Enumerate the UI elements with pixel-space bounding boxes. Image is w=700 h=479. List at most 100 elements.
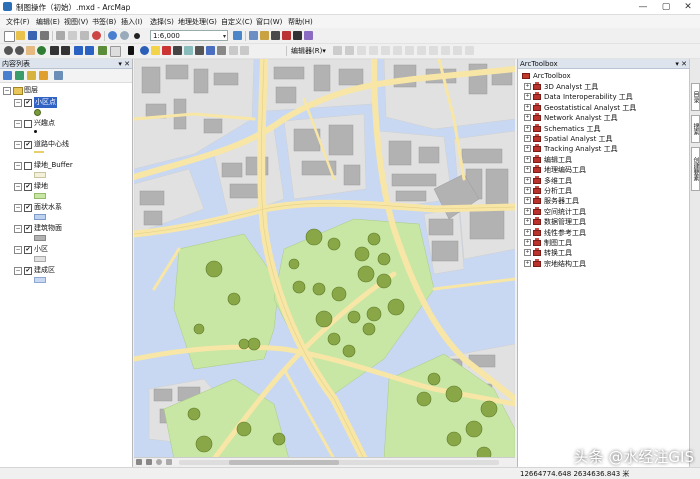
list-by-visibility-icon[interactable]	[27, 71, 36, 80]
back-extent-icon[interactable]	[74, 46, 83, 55]
measure-icon[interactable]	[173, 46, 182, 55]
close-button[interactable]: ✕	[677, 1, 699, 13]
html-popup-icon[interactable]	[195, 46, 204, 55]
expand-icon[interactable]: +	[524, 197, 531, 205]
collapse-icon[interactable]: −	[14, 183, 22, 191]
find-icon[interactable]	[151, 46, 160, 55]
zoom-out-icon[interactable]	[15, 46, 24, 55]
layer-symbol-icon[interactable]	[34, 214, 46, 220]
rotate-icon[interactable]	[405, 46, 414, 55]
layer-visibility-checkbox[interactable]: ✔	[24, 225, 32, 233]
collapse-icon[interactable]: −	[14, 246, 22, 254]
copy-icon[interactable]	[68, 31, 77, 40]
topology-icon[interactable]	[465, 46, 474, 55]
pause-drawing-icon[interactable]	[166, 459, 172, 465]
list-by-selection-icon[interactable]	[39, 71, 48, 80]
layer-visibility-checkbox[interactable]: ✔	[24, 204, 32, 212]
expand-icon[interactable]: +	[524, 114, 531, 122]
python-window-icon[interactable]	[293, 31, 302, 40]
toc-options-icon[interactable]	[54, 71, 63, 80]
print-icon[interactable]	[40, 31, 49, 40]
add-data-icon[interactable]	[134, 33, 140, 39]
map-scrollbar[interactable]	[134, 457, 515, 467]
menu-insert[interactable]: 插入(I)	[121, 17, 143, 27]
collapse-icon[interactable]: −	[14, 141, 22, 149]
layer-symbol-icon[interactable]	[34, 256, 46, 262]
layer-visibility-checkbox[interactable]: ✔	[24, 141, 32, 149]
layer-symbol-icon[interactable]	[34, 172, 46, 178]
expand-icon[interactable]: +	[524, 166, 531, 174]
cut-icon[interactable]	[56, 31, 65, 40]
collapse-icon[interactable]: −	[14, 120, 22, 128]
maximize-button[interactable]: ▢	[655, 1, 677, 13]
refresh-icon[interactable]	[156, 459, 162, 465]
select-features-icon[interactable]	[98, 46, 107, 55]
menu-geoprocessing[interactable]: 地理处理(G)	[178, 17, 217, 27]
open-folder-icon[interactable]	[16, 31, 25, 40]
catalog-side-tab[interactable]: 目录	[691, 83, 700, 111]
save-icon[interactable]	[28, 31, 37, 40]
cut-polygons-icon[interactable]	[381, 46, 390, 55]
collapse-icon[interactable]: −	[14, 162, 22, 170]
expand-icon[interactable]: +	[524, 228, 531, 236]
data-view-icon[interactable]	[146, 459, 152, 465]
search-side-tab[interactable]: 搜索	[691, 115, 700, 143]
fixed-zoom-out-icon[interactable]	[61, 46, 70, 55]
menu-help[interactable]: 帮助(H)	[288, 17, 313, 27]
layer-symbol-icon[interactable]	[34, 130, 37, 133]
expand-icon[interactable]: +	[524, 207, 531, 215]
editor-menu[interactable]: 编辑器(R)▾	[291, 46, 326, 56]
new-document-icon[interactable]	[4, 31, 15, 42]
reshape-icon[interactable]	[369, 46, 378, 55]
layer-visibility-checkbox[interactable]: ✔	[24, 99, 32, 107]
map-scale-combo[interactable]: 1:6,000 ▾	[150, 30, 228, 41]
menu-windows[interactable]: 窗口(W)	[256, 17, 282, 27]
expand-icon[interactable]: +	[524, 176, 531, 184]
split-icon[interactable]	[393, 46, 402, 55]
layer-symbol-icon[interactable]	[34, 109, 41, 116]
layer-symbol-icon[interactable]	[34, 193, 46, 199]
collapse-icon[interactable]: −	[14, 204, 22, 212]
layout-view-icon[interactable]	[136, 459, 142, 465]
attributes-icon[interactable]	[417, 46, 426, 55]
select-elements-arrow-icon[interactable]	[128, 46, 134, 55]
straight-segment-icon[interactable]	[345, 46, 354, 55]
catalog-window-icon[interactable]	[260, 31, 269, 40]
search-window-icon[interactable]	[271, 31, 280, 40]
list-by-source-icon[interactable]	[15, 71, 24, 80]
menu-select[interactable]: 选择(S)	[150, 17, 174, 27]
arctoolbox-pin-close[interactable]: ▾ ✕	[675, 59, 687, 69]
menu-bookmarks[interactable]: 书签(B)	[92, 17, 116, 27]
collapse-icon[interactable]: −	[3, 87, 11, 95]
layer-symbol-icon[interactable]	[34, 151, 44, 153]
editor-toolbar-icon[interactable]	[233, 31, 242, 40]
zoom-in-icon[interactable]	[4, 46, 13, 55]
edit-tool-icon[interactable]	[333, 46, 342, 55]
minimize-button[interactable]: —	[632, 1, 654, 13]
layer-symbol-icon[interactable]	[34, 277, 46, 283]
expand-icon[interactable]: +	[524, 103, 531, 111]
toc-window-icon[interactable]	[249, 31, 258, 40]
expand-icon[interactable]: +	[524, 249, 531, 257]
menu-view[interactable]: 视图(V)	[64, 17, 88, 27]
redo-icon[interactable]	[120, 31, 129, 40]
expand-icon[interactable]: +	[524, 83, 531, 90]
time-slider-icon[interactable]	[206, 46, 215, 55]
expand-icon[interactable]: +	[524, 239, 531, 246]
sketch-properties-icon[interactable]	[429, 46, 438, 55]
arctoolbox-window-icon[interactable]	[282, 31, 291, 40]
undo-icon[interactable]	[108, 31, 117, 40]
layer-visibility-checkbox[interactable]	[24, 120, 32, 128]
expand-icon[interactable]: +	[524, 155, 531, 163]
create-viewer-icon[interactable]	[217, 46, 226, 55]
forward-extent-icon[interactable]	[85, 46, 94, 55]
menu-customize[interactable]: 自定义(C)	[221, 17, 252, 27]
sketch-tool-icon[interactable]	[357, 46, 366, 55]
expand-icon[interactable]: +	[524, 145, 531, 153]
layer-visibility-checkbox[interactable]: ✔	[24, 183, 32, 191]
create-features-side-tab[interactable]: 创建要素	[691, 147, 700, 191]
draw-rectangle-icon[interactable]	[229, 46, 238, 55]
draw-text-icon[interactable]	[240, 46, 249, 55]
toc-pin-close[interactable]: ▾ ✕	[118, 59, 130, 69]
expand-icon[interactable]: +	[524, 124, 531, 132]
